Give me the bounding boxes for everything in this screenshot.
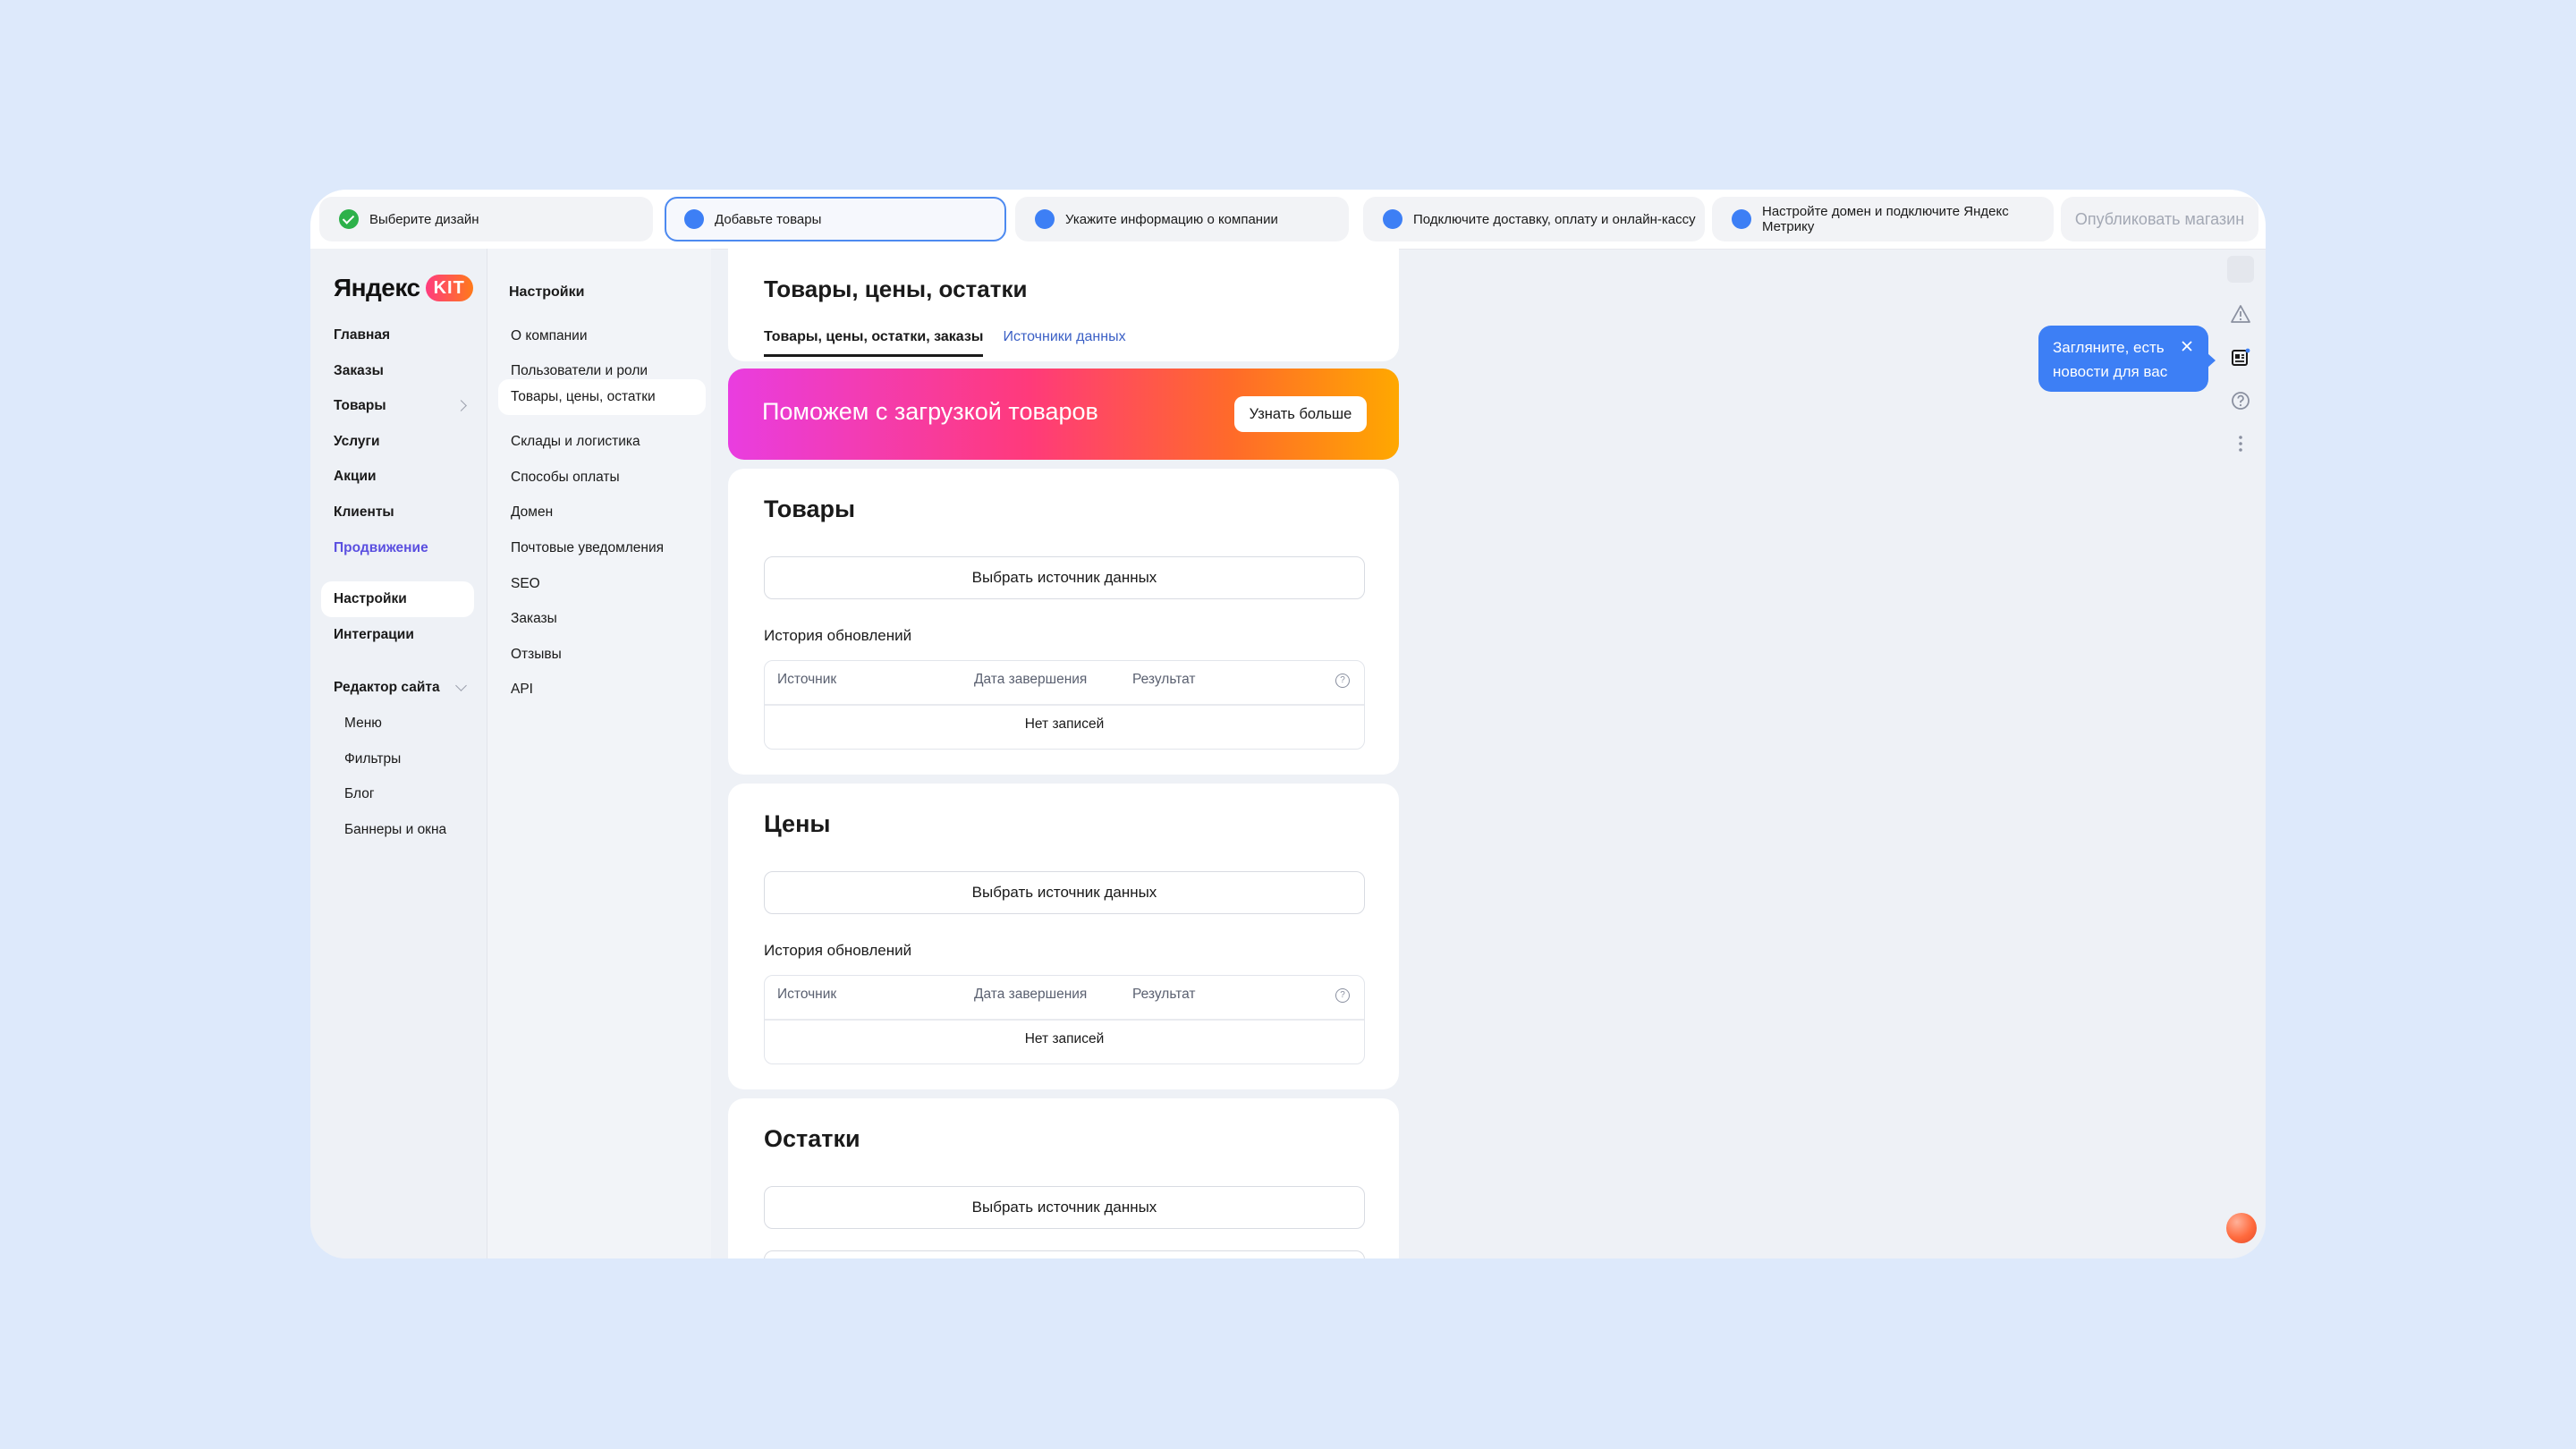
nav-item-label: Редактор сайта	[334, 680, 440, 695]
history-title: История обновлений	[764, 627, 912, 644]
column-result: Результат	[1132, 672, 1196, 687]
history-table: Источник Дата завершения Результат ? Нет…	[764, 660, 1365, 750]
check-icon	[339, 209, 359, 229]
settings-item-warehouses[interactable]: Склады и логистика	[511, 432, 640, 452]
section-title: Остатки	[764, 1125, 860, 1152]
step-company-info[interactable]: Укажите информацию о компании	[1015, 197, 1349, 242]
nav-item-products[interactable]: Товары	[334, 396, 468, 416]
step-label: Укажите информацию о компании	[1065, 211, 1278, 227]
step-domain-metrika[interactable]: Настройте домен и подключите Яндекс Метр…	[1712, 197, 2054, 242]
history-table	[764, 1250, 1365, 1258]
nav-item-settings[interactable]: Настройки	[321, 581, 474, 617]
tooltip-line: новости для вас	[2053, 363, 2168, 380]
section-title: Товары	[764, 496, 856, 522]
news-tooltip[interactable]: Загляните, есть новости для вас	[2038, 326, 2216, 392]
nav-subitem-blog[interactable]: Блог	[344, 784, 375, 804]
nav-item-promotions[interactable]: Акции	[334, 467, 377, 487]
column-source: Источник	[777, 672, 837, 687]
section-title: Цены	[764, 810, 831, 837]
stock-section: Остатки Выбрать источник данных	[728, 1098, 1399, 1258]
history-title: История обновлений	[764, 942, 912, 959]
divider	[765, 1019, 1364, 1021]
step-label: Добавьте товары	[715, 211, 822, 227]
settings-item-domain[interactable]: Домен	[511, 503, 553, 522]
column-end-date: Дата завершения	[974, 987, 1088, 1002]
yandex-kit-logo[interactable]: Яндекс KIT	[334, 274, 473, 302]
chevron-right-icon	[455, 400, 467, 411]
step-add-products[interactable]: Добавьте товары	[665, 197, 1006, 242]
settings-item-seo[interactable]: SEO	[511, 574, 540, 594]
warning-icon[interactable]	[2229, 302, 2252, 326]
step-dot-icon	[1732, 209, 1751, 229]
settings-item-api[interactable]: API	[511, 680, 533, 699]
news-icon[interactable]	[2229, 346, 2252, 369]
nav-item-marketing[interactable]: Продвижение	[334, 538, 428, 558]
nav-item-clients[interactable]: Клиенты	[334, 503, 394, 522]
page-title: Товары, цены, остатки	[764, 275, 1028, 302]
choose-data-source-button[interactable]: Выбрать источник данных	[764, 556, 1365, 599]
settings-sidebar: Настройки О компании Пользователи и роли…	[487, 249, 711, 1258]
settings-item-reviews[interactable]: Отзывы	[511, 645, 562, 665]
step-dot-icon	[1383, 209, 1402, 229]
page-header-card: Товары, цены, остатки Товары, цены, оста…	[728, 249, 1399, 361]
settings-item-email[interactable]: Почтовые уведомления	[511, 538, 664, 558]
help-icon[interactable]: ?	[1335, 988, 1350, 1003]
logo-word: Яндекс	[334, 274, 420, 301]
help-circle-icon[interactable]	[2229, 389, 2252, 412]
nav-item-integrations[interactable]: Интеграции	[334, 625, 414, 645]
step-label: Выберите дизайн	[369, 211, 479, 227]
step-delivery-payment[interactable]: Подключите доставку, оплату и онлайн-кас…	[1363, 197, 1705, 242]
promo-text: Поможем с загрузкой товаров	[762, 398, 1098, 425]
history-table: Источник Дата завершения Результат ? Нет…	[764, 975, 1365, 1064]
settings-item-payment[interactable]: Способы оплаты	[511, 468, 620, 487]
help-icon[interactable]: ?	[1335, 674, 1350, 688]
tooltip-text: Загляните, есть новости для вас	[2053, 335, 2167, 384]
more-icon[interactable]	[2229, 432, 2252, 455]
settings-title: Настройки	[509, 284, 585, 300]
settings-item-orders[interactable]: Заказы	[511, 609, 557, 629]
nav-item-label: Товары	[334, 398, 386, 413]
step-dot-icon	[684, 209, 704, 229]
tab-products-prices-orders[interactable]: Товары, цены, остатки, заказы	[764, 329, 984, 357]
learn-more-button[interactable]: Узнать больше	[1234, 396, 1367, 432]
column-result: Результат	[1132, 987, 1196, 1002]
app-window: Выберите дизайн Добавьте товары Укажите …	[310, 190, 2266, 1258]
onboarding-steps-bar: Выберите дизайн Добавьте товары Укажите …	[310, 190, 2266, 250]
tooltip-line: Загляните, есть	[2053, 339, 2165, 356]
promo-banner: Поможем с загрузкой товаров Узнать больш…	[728, 369, 1399, 460]
column-source: Источник	[777, 987, 837, 1002]
main-sidebar: Яндекс KIT Главная Заказы Товары Услуги …	[310, 249, 487, 1258]
nav-item-orders[interactable]: Заказы	[334, 361, 384, 381]
rail-placeholder	[2227, 256, 2254, 283]
empty-state: Нет записей	[1024, 716, 1105, 732]
prices-section: Цены Выбрать источник данных История обн…	[728, 784, 1399, 1089]
products-section: Товары Выбрать источник данных История о…	[728, 469, 1399, 775]
step-dot-icon	[1035, 209, 1055, 229]
divider	[765, 704, 1364, 706]
logo-badge: KIT	[425, 275, 473, 301]
settings-item-company[interactable]: О компании	[511, 326, 588, 346]
step-label: Подключите доставку, оплату и онлайн-кас…	[1413, 211, 1696, 227]
settings-item-users[interactable]: Пользователи и роли	[511, 361, 648, 381]
close-icon[interactable]	[2180, 336, 2194, 352]
publish-store-button[interactable]: Опубликовать магазин	[2061, 197, 2258, 242]
nav-subitem-banners[interactable]: Баннеры и окна	[344, 820, 446, 840]
tab-data-sources[interactable]: Источники данных	[1003, 329, 1125, 357]
empty-state: Нет записей	[1024, 1031, 1105, 1046]
nav-item-home[interactable]: Главная	[334, 326, 390, 345]
page-tabs: Товары, цены, остатки, заказы Источники …	[764, 329, 1126, 357]
step-choose-design[interactable]: Выберите дизайн	[319, 197, 653, 242]
nav-subitem-menu[interactable]: Меню	[344, 714, 382, 733]
nav-item-site-editor[interactable]: Редактор сайта	[334, 678, 468, 698]
chevron-down-icon	[455, 680, 467, 691]
assistant-orb-icon[interactable]	[2226, 1213, 2257, 1243]
step-label: Настройте домен и подключите Яндекс Метр…	[1762, 204, 2009, 234]
tooltip-arrow	[2207, 353, 2216, 368]
choose-data-source-button[interactable]: Выбрать источник данных	[764, 1186, 1365, 1229]
nav-subitem-filters[interactable]: Фильтры	[344, 750, 401, 769]
settings-item-products-prices[interactable]: Товары, цены, остатки	[498, 379, 706, 415]
choose-data-source-button[interactable]: Выбрать источник данных	[764, 871, 1365, 914]
nav-item-services[interactable]: Услуги	[334, 432, 380, 452]
column-end-date: Дата завершения	[974, 672, 1088, 687]
